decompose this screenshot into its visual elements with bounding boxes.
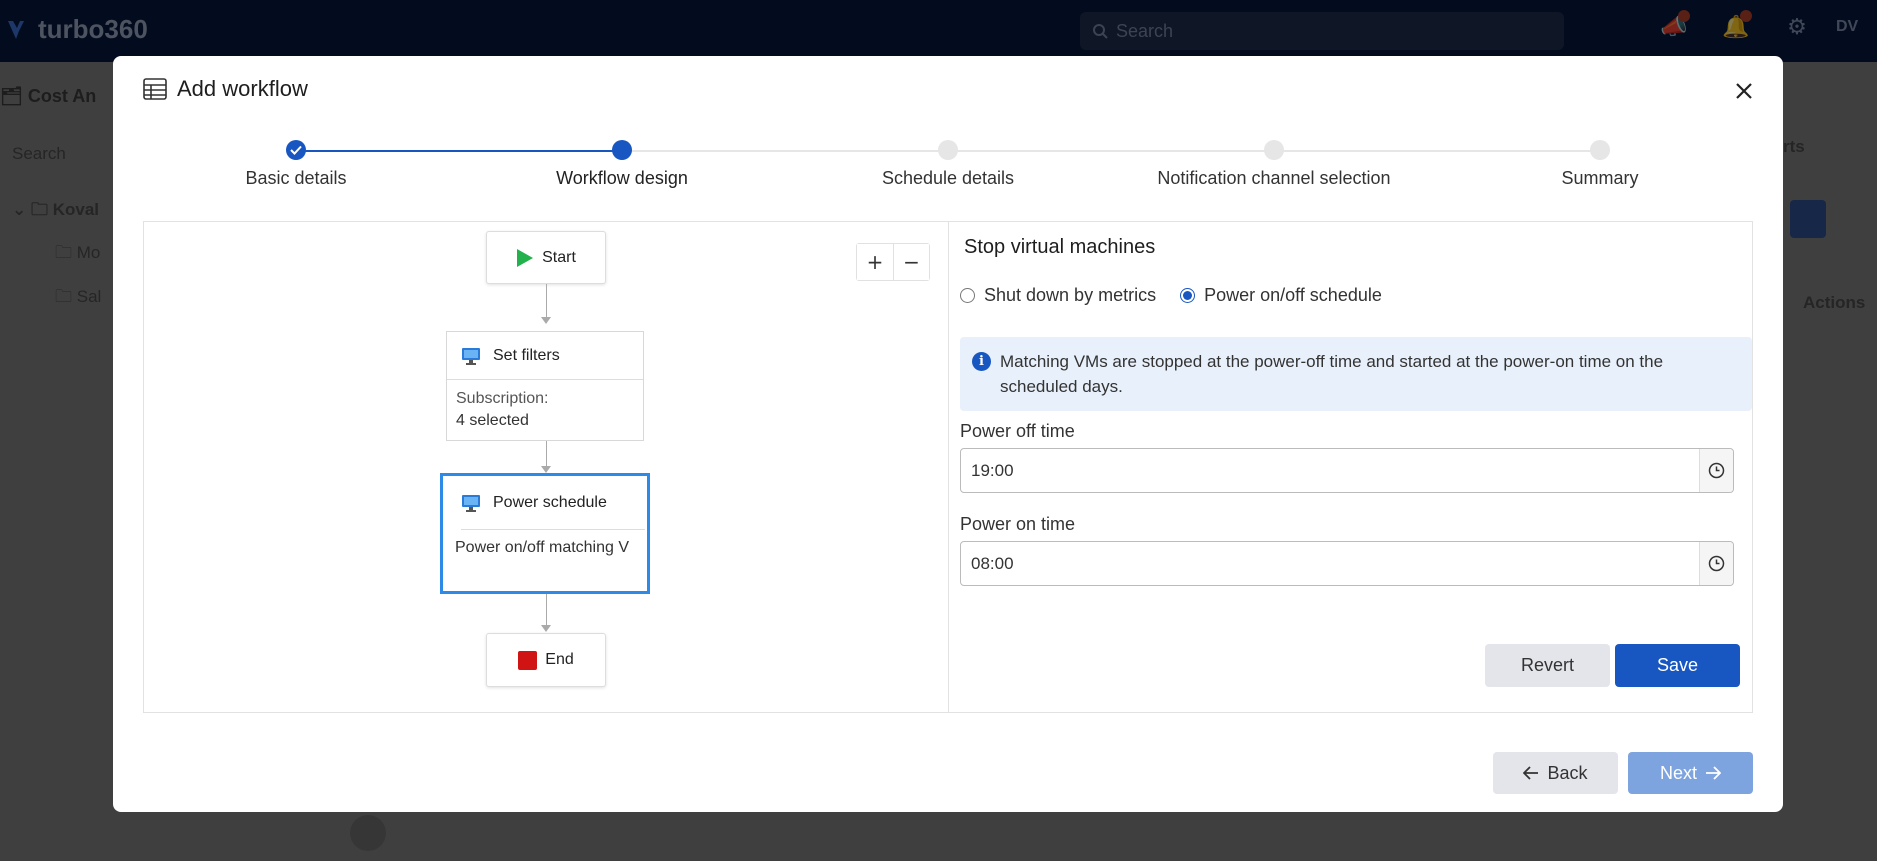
power-off-time-input[interactable] bbox=[961, 449, 1699, 492]
properties-title: Stop virtual machines bbox=[964, 236, 1156, 258]
connector-arrow-icon bbox=[541, 625, 551, 632]
info-text: Matching VMs are stopped at the power-of… bbox=[1000, 352, 1664, 396]
radio-power-schedule[interactable]: Power on/off schedule bbox=[1180, 285, 1382, 306]
revert-button[interactable]: Revert bbox=[1485, 644, 1610, 687]
zoom-controls: + − bbox=[856, 243, 930, 281]
step-label: Basic details bbox=[245, 168, 347, 188]
power-on-time-input[interactable] bbox=[961, 542, 1699, 585]
filter-field-value: 4 selected bbox=[456, 412, 529, 429]
set-filters-title: Set filters bbox=[493, 346, 560, 364]
add-workflow-dialog: Add workflow Basic details Workflow desi… bbox=[113, 56, 1783, 812]
power-off-label: Power off time bbox=[960, 421, 1075, 441]
monitor-icon bbox=[462, 347, 480, 365]
next-button[interactable]: Next bbox=[1628, 752, 1753, 794]
step-dot bbox=[1264, 140, 1284, 160]
step-dot bbox=[1590, 140, 1610, 160]
clock-icon[interactable] bbox=[1699, 542, 1733, 585]
radio-circle-checked bbox=[1180, 288, 1196, 303]
node-properties-panel: Stop virtual machines Shut down by metri… bbox=[950, 222, 1752, 712]
step-dot bbox=[938, 140, 958, 160]
start-label: Start bbox=[542, 248, 576, 266]
monitor-icon bbox=[462, 494, 480, 512]
step-label: Summary bbox=[1561, 168, 1639, 188]
connector-arrow-icon bbox=[541, 317, 551, 324]
power-schedule-node[interactable]: Power schedule Power on/off matching V bbox=[440, 473, 650, 594]
workflow-editor: + − Start Set filters Subscription: 4 se… bbox=[143, 221, 1753, 713]
zoom-in-button[interactable]: + bbox=[857, 244, 893, 280]
zoom-out-button[interactable]: − bbox=[893, 244, 929, 280]
step-label: Schedule details bbox=[881, 168, 1015, 188]
power-off-time-field[interactable] bbox=[960, 448, 1734, 493]
step-label: Notification channel selection bbox=[1157, 168, 1391, 188]
connector bbox=[546, 284, 547, 318]
power-schedule-description: Power on/off matching V bbox=[455, 539, 630, 556]
check-icon bbox=[286, 140, 306, 160]
arrow-left-icon bbox=[1523, 766, 1539, 780]
power-on-label: Power on time bbox=[960, 514, 1076, 534]
save-button[interactable]: Save bbox=[1615, 644, 1740, 687]
step-summary[interactable]: Summary bbox=[1450, 140, 1750, 189]
power-on-time-field[interactable] bbox=[960, 541, 1734, 586]
next-label: Next bbox=[1659, 762, 1697, 783]
radio-label: Power on/off schedule bbox=[1204, 285, 1382, 305]
stop-icon bbox=[518, 650, 538, 670]
radio-label: Shut down by metrics bbox=[984, 285, 1157, 305]
step-workflow-design[interactable]: Workflow design bbox=[472, 140, 772, 189]
arrow-right-icon bbox=[1706, 766, 1721, 780]
step-dot-active bbox=[612, 140, 632, 160]
workflow-canvas[interactable]: + − Start Set filters Subscription: 4 se… bbox=[144, 222, 949, 712]
step-schedule-details[interactable]: Schedule details bbox=[798, 140, 1098, 189]
end-label: End bbox=[545, 651, 574, 668]
radio-circle bbox=[960, 288, 975, 303]
info-banner: i Matching VMs are stopped at the power-… bbox=[960, 337, 1752, 411]
workflow-table-icon bbox=[143, 78, 167, 100]
set-filters-node[interactable]: Set filters Subscription: 4 selected bbox=[446, 331, 644, 441]
radio-shut-down-by-metrics[interactable]: Shut down by metrics bbox=[960, 285, 1156, 306]
connector-arrow-icon bbox=[541, 466, 551, 473]
end-node[interactable]: End bbox=[486, 633, 606, 687]
mode-radio-group: Shut down by metrics Power on/off schedu… bbox=[960, 285, 1382, 306]
start-node[interactable]: Start bbox=[486, 231, 606, 284]
play-icon bbox=[517, 248, 534, 267]
step-notification-channel-selection[interactable]: Notification channel selection bbox=[1124, 140, 1424, 189]
connector bbox=[546, 441, 547, 467]
step-basic-details[interactable]: Basic details bbox=[146, 140, 446, 189]
filter-field-label: Subscription: bbox=[456, 390, 549, 407]
connector bbox=[546, 594, 547, 626]
info-icon: i bbox=[972, 352, 991, 371]
clock-icon[interactable] bbox=[1699, 449, 1733, 492]
close-icon[interactable] bbox=[1731, 78, 1757, 104]
step-label: Workflow design bbox=[556, 168, 688, 188]
back-button[interactable]: Back bbox=[1493, 752, 1618, 794]
power-schedule-title: Power schedule bbox=[493, 493, 607, 511]
dialog-title: Add workflow bbox=[177, 76, 308, 101]
back-label: Back bbox=[1547, 762, 1588, 783]
